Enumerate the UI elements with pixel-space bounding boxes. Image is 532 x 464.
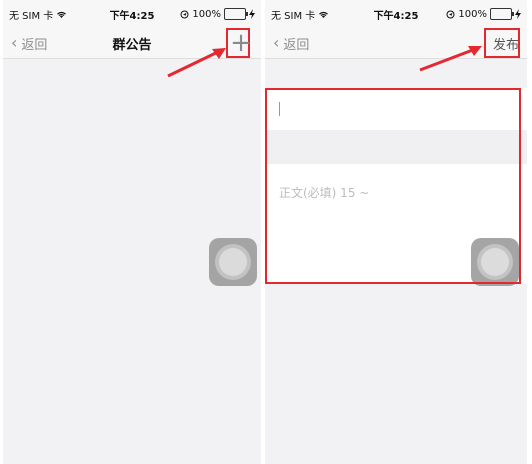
wifi-icon xyxy=(319,11,329,18)
highlight-box-form xyxy=(265,88,521,284)
battery-percent: 100% xyxy=(192,8,221,20)
status-bar: 无 SIM 卡 下午4:25 100% xyxy=(265,0,527,28)
back-chevron-icon: ‹ xyxy=(11,33,18,52)
carrier-label: 无 SIM 卡 xyxy=(9,10,54,22)
back-label: 返回 xyxy=(21,37,48,53)
tutorial-screenshot: 无 SIM 卡 下午4:25 100% ‹ 返回 群公告 + 无 SIM 卡 下… xyxy=(0,0,532,464)
battery-percent: 100% xyxy=(458,8,487,20)
back-button[interactable]: ‹ 返回 xyxy=(273,34,309,53)
back-chevron-icon: ‹ xyxy=(273,33,280,52)
location-icon xyxy=(446,10,455,18)
arrow-icon xyxy=(167,48,226,78)
plus-icon: + xyxy=(230,28,252,58)
battery-icon xyxy=(224,8,248,20)
location-icon xyxy=(180,10,189,18)
add-announcement-button[interactable]: + xyxy=(229,28,253,58)
charging-icon xyxy=(515,9,521,19)
battery-icon xyxy=(490,8,514,20)
back-label: 返回 xyxy=(283,37,310,53)
status-bar: 无 SIM 卡 下午4:25 100% xyxy=(3,0,261,28)
publish-button[interactable]: 发布 xyxy=(493,34,519,53)
carrier-label: 无 SIM 卡 xyxy=(271,10,316,22)
arrow-icon xyxy=(419,46,482,72)
assistive-touch-icon[interactable] xyxy=(209,238,257,286)
charging-icon xyxy=(249,9,255,19)
back-button[interactable]: ‹ 返回 xyxy=(11,34,47,53)
wifi-icon xyxy=(57,11,67,18)
